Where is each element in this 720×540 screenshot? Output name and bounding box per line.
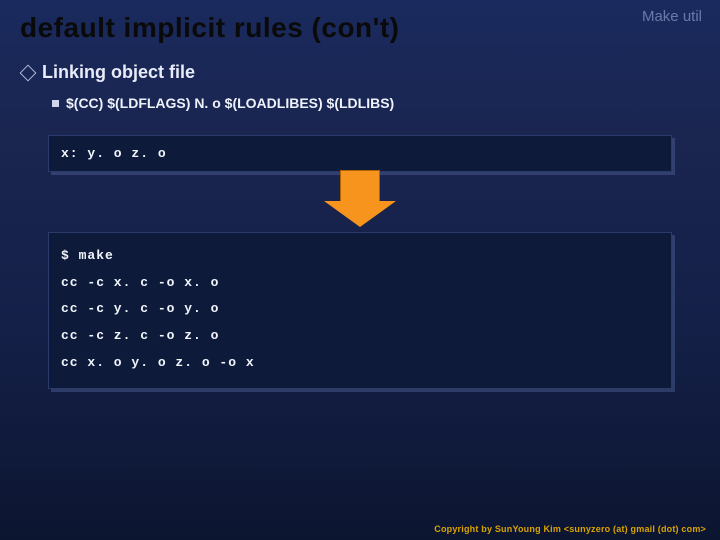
bullet-level1-text: Linking object file xyxy=(42,62,195,83)
codebox-makefile: x: y. o z. o xyxy=(48,135,672,172)
diamond-bullet-icon xyxy=(20,64,37,81)
square-bullet-icon xyxy=(52,100,59,107)
header-label: Make util xyxy=(642,8,702,25)
arrow-down-icon xyxy=(0,170,720,227)
code-line: cc -c x. c -o x. o xyxy=(61,270,659,297)
bullet-level2-text: $(CC) $(LDFLAGS) N. o $(LOADLIBES) $(LDL… xyxy=(66,95,394,111)
code-line: $ make xyxy=(61,243,659,270)
code-line: cc x. o y. o z. o -o x xyxy=(61,350,659,377)
code-line: x: y. o z. o xyxy=(61,146,659,161)
footer-copyright: Copyright by SunYoung Kim <sunyzero (at)… xyxy=(434,524,706,534)
code-line: cc -c y. c -o y. o xyxy=(61,296,659,323)
bullet-level1: Linking object file xyxy=(22,62,195,83)
bullet-level2: $(CC) $(LDFLAGS) N. o $(LOADLIBES) $(LDL… xyxy=(52,95,394,111)
codebox-output: $ make cc -c x. c -o x. o cc -c y. c -o … xyxy=(48,232,672,389)
page-title: default implicit rules (con't) xyxy=(20,12,399,44)
code-line: cc -c z. c -o z. o xyxy=(61,323,659,350)
